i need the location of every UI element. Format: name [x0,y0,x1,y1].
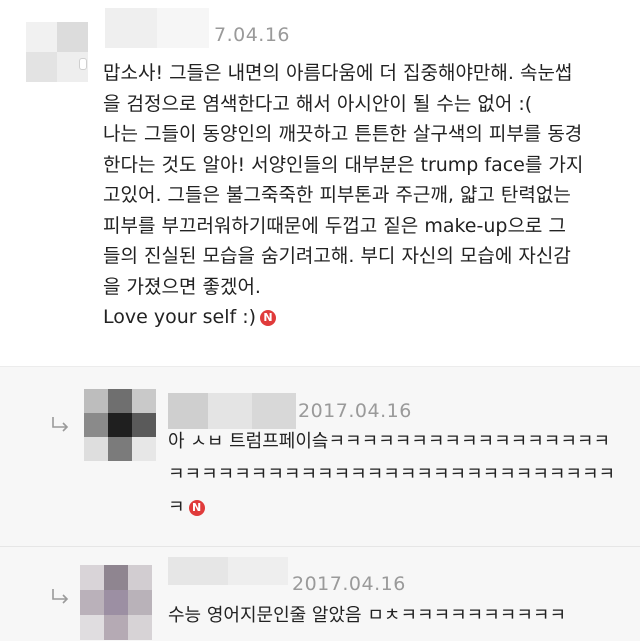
comment-1: 7.04.16 맙소사! 그들은 내면의 아름다움에 더 집중해야만해. 속눈썹… [0,0,640,366]
author-name[interactable] [105,8,209,48]
reply-2: 2017.04.16 수능 영어지문인줄 알았음 ㅁㅊㅋㅋㅋㅋㅋㅋㅋㅋㅋㅋ [0,546,640,641]
author-name[interactable] [168,557,288,585]
reply-arrow-icon [52,589,69,604]
comment-date: 2017.04.16 [292,573,406,595]
avatar[interactable] [80,565,152,641]
comment-body: 맙소사! 그들은 내면의 아름다움에 더 집중해야만해. 속눈썹 을 검정으로 … [103,62,584,328]
avatar[interactable] [84,389,156,461]
reply-1: 2017.04.16 아 ㅅㅂ 트럼프페이슼ㅋㅋㅋㅋㅋㅋㅋㅋㅋㅋㅋㅋㅋㅋㅋㅋㅋㅋ… [0,366,640,547]
new-badge-icon: N [260,309,277,326]
author-name[interactable] [168,393,296,429]
comment-body: 아 ㅅㅂ 트럼프페이슼ㅋㅋㅋㅋㅋㅋㅋㅋㅋㅋㅋㅋㅋㅋㅋㅋㅋㅋㅋㅋㅋㅋㅋㅋㅋㅋㅋㅋㅋ… [168,431,616,518]
comment-date: 7.04.16 [214,24,291,46]
comment-body: 수능 영어지문인줄 알았음 ㅁㅊㅋㅋㅋㅋㅋㅋㅋㅋㅋㅋ [168,605,567,626]
comment-date: 2017.04.16 [298,400,412,422]
avatar[interactable] [26,22,88,82]
new-badge-icon: N [188,500,205,516]
reply-arrow-icon [52,417,69,432]
